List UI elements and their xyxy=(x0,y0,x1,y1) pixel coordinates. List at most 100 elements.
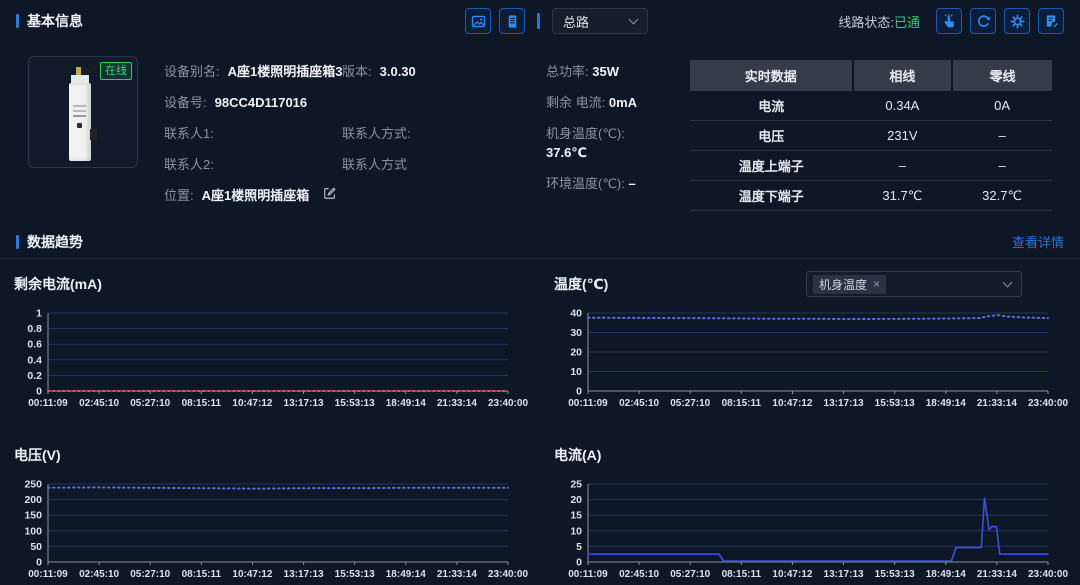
field-device-alias: 设备别名: A座1楼照明插座箱3 xyxy=(164,62,342,81)
svg-text:25: 25 xyxy=(570,479,582,491)
svg-text:100: 100 xyxy=(24,525,42,537)
temp-filter-tag: 机身温度 × xyxy=(813,275,886,294)
trend-section-header: 数据趋势 查看详情 xyxy=(0,225,1080,259)
table-header-row: 实时数据 相线 零线 xyxy=(690,60,1052,91)
circuit-select-value: 总路 xyxy=(563,12,589,31)
realtime-data-table: 实时数据 相线 零线 电流 0.34A 0A 电压 231V – 温度上端子 xyxy=(690,60,1052,211)
edit-location-button[interactable] xyxy=(323,186,337,200)
svg-text:02:45:10: 02:45:10 xyxy=(79,569,119,580)
svg-text:0.8: 0.8 xyxy=(27,323,42,335)
svg-text:0.2: 0.2 xyxy=(27,370,42,382)
svg-text:40: 40 xyxy=(570,308,582,320)
svg-text:23:40:00: 23:40:00 xyxy=(1028,398,1068,409)
svg-text:18:49:14: 18:49:14 xyxy=(386,569,426,580)
svg-text:13:17:13: 13:17:13 xyxy=(284,569,324,580)
svg-text:00:11:09: 00:11:09 xyxy=(28,569,68,580)
device-button-art xyxy=(77,123,82,128)
field-contact2-phone: 联系人方式 xyxy=(342,155,520,174)
circuit-select[interactable]: 总路 xyxy=(552,8,648,34)
trend-title: 数据趋势 xyxy=(16,232,83,252)
title-accent-bar xyxy=(16,14,19,28)
svg-text:08:15:11: 08:15:11 xyxy=(722,398,762,409)
svg-text:10: 10 xyxy=(570,366,582,378)
page-title-text: 基本信息 xyxy=(27,11,83,31)
device-view-button[interactable] xyxy=(499,8,525,34)
svg-text:10:47:12: 10:47:12 xyxy=(232,569,272,580)
svg-text:08:15:11: 08:15:11 xyxy=(182,569,222,580)
table-row: 温度上端子 – – xyxy=(690,151,1052,181)
header: 基本信息 总路 xyxy=(0,0,1080,42)
log-edit-button[interactable] xyxy=(1038,8,1064,34)
temperature-chart: 温度(℃) 机身温度 × 01020304000:11:0902:45:1005… xyxy=(540,259,1080,414)
device-stats: 总功率: 35W 剩余 电流: 0mA 机身温度(℃): 37.6℃ 环境温度(… xyxy=(546,56,664,217)
chevron-down-icon xyxy=(1003,278,1013,288)
svg-text:02:45:10: 02:45:10 xyxy=(619,398,659,409)
svg-text:10:47:12: 10:47:12 xyxy=(772,569,812,580)
touch-icon xyxy=(942,14,957,29)
svg-text:10:47:12: 10:47:12 xyxy=(232,398,272,409)
image-icon xyxy=(471,14,486,29)
page-title: 基本信息 xyxy=(16,11,83,31)
svg-text:15:53:13: 15:53:13 xyxy=(335,569,375,580)
svg-text:200: 200 xyxy=(24,494,42,506)
chart-canvas-wrap: 05010015020025000:11:0902:45:1005:27:100… xyxy=(14,480,540,585)
svg-text:150: 150 xyxy=(24,510,42,522)
chart-canvas-wrap: 01020304000:11:0902:45:1005:27:1008:15:1… xyxy=(554,309,1080,414)
edit-pencil-icon xyxy=(323,188,337,203)
svg-text:10: 10 xyxy=(570,525,582,537)
chart-title: 温度(℃) xyxy=(554,274,608,294)
chart-canvas-wrap: 051015202500:11:0902:45:1005:27:1008:15:… xyxy=(554,480,1080,585)
chart-canvas: 05010015020025000:11:0902:45:1005:27:100… xyxy=(14,480,519,580)
line-status-label: 线路状态: xyxy=(838,15,894,30)
table-row: 温度下端子 31.7℃ 32.7℃ xyxy=(690,181,1052,211)
svg-text:0.4: 0.4 xyxy=(27,354,42,366)
svg-text:13:17:13: 13:17:13 xyxy=(284,398,324,409)
svg-text:21:33:14: 21:33:14 xyxy=(437,569,477,580)
svg-text:13:17:13: 13:17:13 xyxy=(824,398,864,409)
field-location: 位置: A座1楼照明插座箱 xyxy=(164,186,520,205)
svg-text:21:33:14: 21:33:14 xyxy=(977,569,1017,580)
svg-text:50: 50 xyxy=(30,541,42,553)
view-details-link[interactable]: 查看详情 xyxy=(1012,232,1064,251)
svg-text:15: 15 xyxy=(570,510,582,522)
svg-text:15:53:13: 15:53:13 xyxy=(335,398,375,409)
residual-current-chart: 剩余电流(mA) 00.20.40.60.8100:11:0902:45:100… xyxy=(0,259,540,414)
svg-text:20: 20 xyxy=(570,494,582,506)
chart-title: 电流(A) xyxy=(554,445,601,465)
chart-canvas: 051015202500:11:0902:45:1005:27:1008:15:… xyxy=(554,480,1059,580)
online-status-badge: 在线 xyxy=(100,62,132,80)
line-status: 线路状态:已通 xyxy=(838,12,920,31)
image-view-button[interactable] xyxy=(465,8,491,34)
header-right-group: 线路状态:已通 xyxy=(838,8,1064,34)
field-device-id: 设备号: 98CC4D117016 xyxy=(164,93,520,112)
svg-text:21:33:14: 21:33:14 xyxy=(977,398,1017,409)
field-contact1-phone: 联系人方式: xyxy=(342,124,520,143)
svg-text:0: 0 xyxy=(576,386,582,398)
temperature-series-select[interactable]: 机身温度 × xyxy=(806,271,1022,297)
settings-button[interactable] xyxy=(1004,8,1030,34)
stat-total-power: 总功率: 35W xyxy=(546,62,664,81)
svg-text:18:49:14: 18:49:14 xyxy=(386,398,426,409)
tag-close-icon[interactable]: × xyxy=(873,278,880,290)
table-row: 电流 0.34A 0A xyxy=(690,91,1052,121)
chevron-down-icon xyxy=(629,15,639,25)
refresh-icon xyxy=(976,14,991,29)
device-fields: 设备别名: A座1楼照明插座箱3 版本: 3.0.30 设备号: 98CC4D1… xyxy=(164,56,520,217)
svg-text:0: 0 xyxy=(576,557,582,569)
svg-text:13:17:13: 13:17:13 xyxy=(824,569,864,580)
svg-text:21:33:14: 21:33:14 xyxy=(437,398,477,409)
svg-text:05:27:10: 05:27:10 xyxy=(130,569,170,580)
line-status-value: 已通 xyxy=(894,15,920,30)
device-image-card: 在线 xyxy=(28,56,138,168)
svg-text:02:45:10: 02:45:10 xyxy=(619,569,659,580)
touch-control-button[interactable] xyxy=(936,8,962,34)
svg-text:08:15:11: 08:15:11 xyxy=(722,569,762,580)
col-neutral-line: 零线 xyxy=(952,60,1052,91)
log-edit-icon xyxy=(1044,14,1059,29)
device-icon xyxy=(505,14,520,29)
svg-text:05:27:10: 05:27:10 xyxy=(670,398,710,409)
svg-text:23:40:00: 23:40:00 xyxy=(488,398,528,409)
svg-text:250: 250 xyxy=(24,479,42,491)
refresh-button[interactable] xyxy=(970,8,996,34)
gear-icon xyxy=(1010,14,1025,29)
